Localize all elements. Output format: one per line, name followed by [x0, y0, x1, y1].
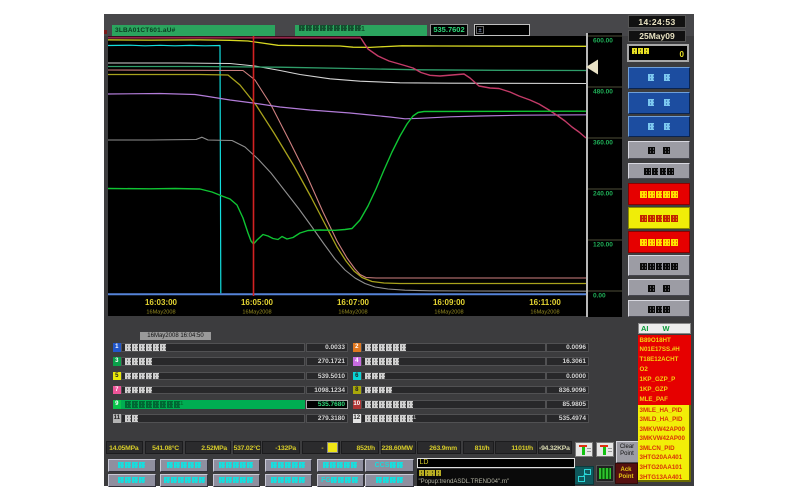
- svg-text:16:03:00: 16:03:00: [145, 298, 178, 307]
- svg-text:240.00: 240.00: [593, 191, 613, 198]
- svg-text:16:09:00: 16:09:00: [433, 298, 466, 307]
- svg-text:360.00: 360.00: [593, 140, 613, 147]
- svg-text:16May2008: 16May2008: [434, 310, 463, 316]
- svg-text:16:05:00: 16:05:00: [241, 298, 274, 307]
- svg-text:16May2008: 16May2008: [530, 310, 559, 316]
- svg-text:16May2008: 16May2008: [338, 310, 367, 316]
- svg-text:16:07:00: 16:07:00: [337, 298, 370, 307]
- svg-text:600.00: 600.00: [593, 38, 613, 45]
- svg-text:480.00: 480.00: [593, 89, 613, 96]
- svg-text:16:11:00: 16:11:00: [529, 298, 561, 307]
- svg-text:16May2008: 16May2008: [146, 310, 175, 316]
- svg-text:0.00: 0.00: [593, 293, 606, 300]
- svg-text:16May2008: 16May2008: [242, 310, 271, 316]
- svg-text:120.00: 120.00: [593, 242, 613, 249]
